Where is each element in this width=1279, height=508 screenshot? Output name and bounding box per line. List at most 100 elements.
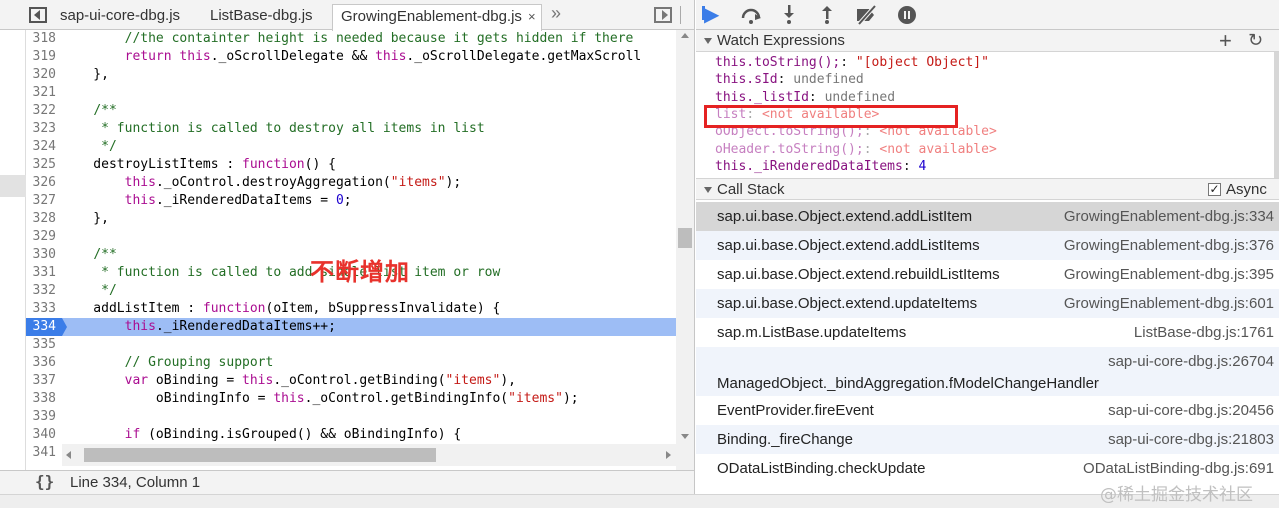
call-frame[interactable]: EventProvider.fireEvent sap-ui-core-dbg.j… — [696, 396, 1279, 425]
call-frame-location[interactable]: GrowingEnablement-dbg.js:334 — [1064, 208, 1274, 225]
watch-scrollbar[interactable] — [1274, 52, 1279, 180]
call-frame[interactable]: sap.ui.base.Object.extend.rebuildListIte… — [696, 260, 1279, 289]
call-frame[interactable]: ManagedObject._bindAggregation.fModelCha… — [696, 347, 1279, 396]
code-line[interactable]: 321 — [26, 84, 676, 102]
code-token: return — [124, 49, 172, 64]
step-out-icon[interactable] — [820, 5, 834, 25]
call-frame[interactable]: sap.ui.base.Object.extend.updateItems Gro… — [696, 289, 1279, 318]
code-line[interactable]: 333 addListItem : function(oItem, bSuppr… — [26, 300, 676, 318]
line-number[interactable]: 321 — [26, 84, 62, 102]
call-frame-location[interactable]: ODataListBinding-dbg.js:691 — [1083, 460, 1274, 477]
vertical-scrollbar[interactable] — [676, 30, 694, 470]
code-line[interactable]: 319 return this._oScrollDelegate && this… — [26, 48, 676, 66]
code-line[interactable]: 339 — [26, 408, 676, 426]
line-number[interactable]: 332 — [26, 282, 62, 300]
line-number[interactable]: 340 — [26, 426, 62, 444]
watch-expression[interactable]: this.toString();: "[object Object]" — [715, 54, 989, 71]
code-line[interactable]: 338 oBindingInfo = this._oControl.getBin… — [26, 390, 676, 408]
pause-on-exceptions-icon[interactable] — [898, 6, 916, 24]
line-number[interactable]: 322 — [26, 102, 62, 120]
line-number[interactable]: 324 — [26, 138, 62, 156]
code-token: this — [242, 373, 274, 388]
line-number[interactable]: 319 — [26, 48, 62, 66]
line-number[interactable]: 333 — [26, 300, 62, 318]
line-number[interactable]: 337 — [26, 372, 62, 390]
code-line[interactable]: 329 — [26, 228, 676, 246]
call-frame-location[interactable]: GrowingEnablement-dbg.js:376 — [1064, 237, 1274, 254]
call-frame[interactable]: sap.m.ListBase.updateItems ListBase-dbg.j… — [696, 318, 1279, 347]
tab-listbase-dbg[interactable]: ListBase-dbg.js — [202, 4, 313, 30]
line-number[interactable]: 329 — [26, 228, 62, 246]
line-number[interactable]: 320 — [26, 66, 62, 84]
code-token: oBindingInfo = — [62, 391, 274, 406]
add-watch-icon[interactable]: + — [1219, 28, 1232, 54]
close-tab-icon[interactable]: × — [528, 9, 536, 24]
call-frame[interactable]: ODataListBinding.checkUpdate ODataListBin… — [696, 454, 1279, 483]
scroll-down-icon[interactable] — [681, 434, 689, 439]
line-number[interactable]: 318 — [26, 30, 62, 48]
async-checkbox[interactable]: ✓ — [1208, 183, 1221, 196]
scroll-left-icon[interactable] — [66, 451, 71, 459]
code-line[interactable]: 320 }, — [26, 66, 676, 84]
code-line[interactable]: 337 var oBinding = this._oControl.getBin… — [26, 372, 676, 390]
call-frame[interactable]: sap.ui.base.Object.extend.addListItem Gro… — [696, 202, 1279, 231]
watch-expressions-header[interactable]: Watch Expressions + ↻ — [696, 28, 1279, 54]
line-number[interactable]: 326 — [26, 174, 62, 192]
call-frame-location[interactable]: sap-ui-core-dbg.js:26704 — [1108, 353, 1274, 370]
call-stack-header[interactable]: Call Stack ✓ Async — [696, 178, 1279, 200]
line-number[interactable]: 323 — [26, 120, 62, 138]
code-editor[interactable]: 318 //the containter height is needed be… — [0, 30, 694, 470]
step-over-icon[interactable] — [740, 5, 762, 25]
call-frame[interactable]: Binding._fireChange sap-ui-core-dbg.js:21… — [696, 425, 1279, 454]
call-frame[interactable]: sap.ui.base.Object.extend.addListItems Gr… — [696, 231, 1279, 260]
code-line[interactable]: 335 — [26, 336, 676, 354]
call-frame-location[interactable]: ListBase-dbg.js:1761 — [1134, 324, 1274, 341]
line-number[interactable]: 325 — [26, 156, 62, 174]
line-number[interactable]: 328 — [26, 210, 62, 228]
pretty-print-icon[interactable]: {} — [35, 472, 54, 491]
refresh-watch-icon[interactable]: ↻ — [1248, 30, 1263, 51]
line-number[interactable]: 339 — [26, 408, 62, 426]
code-line[interactable]: 340 if (oBinding.isGrouped() && oBinding… — [26, 426, 676, 444]
tab-sap-ui-core-dbg[interactable]: sap-ui-core-dbg.js — [52, 4, 180, 30]
code-token: ; — [343, 193, 352, 208]
code-line[interactable]: 336 // Grouping support — [26, 354, 676, 372]
line-number[interactable]: 336 — [26, 354, 62, 372]
step-into-icon[interactable] — [782, 5, 796, 25]
line-number[interactable]: 335 — [26, 336, 62, 354]
call-frame-location[interactable]: GrowingEnablement-dbg.js:395 — [1064, 266, 1274, 283]
horizontal-scrollbar[interactable] — [62, 444, 676, 466]
navigator-toggle-icon[interactable] — [29, 7, 47, 23]
line-number[interactable]: 338 — [26, 390, 62, 408]
code-line[interactable]: 323 * function is called to destroy all … — [26, 120, 676, 138]
watch-expression[interactable]: this._iRenderedDataItems: 4 — [715, 158, 926, 175]
tab-growingenablement-dbg[interactable]: GrowingEnablement-dbg.js × — [332, 4, 542, 31]
line-number[interactable]: 331 — [26, 264, 62, 282]
current-execution-line[interactable]: 334 this._iRenderedDataItems++; — [26, 318, 676, 336]
code-line[interactable]: 322 /** — [26, 102, 676, 120]
call-frame-location[interactable]: sap-ui-core-dbg.js:21803 — [1108, 431, 1274, 448]
resume-icon[interactable]: ▶ — [701, 2, 719, 27]
line-number[interactable]: 327 — [26, 192, 62, 210]
scroll-thumb[interactable] — [84, 448, 436, 462]
code-line[interactable]: 327 this._iRenderedDataItems = 0; — [26, 192, 676, 210]
call-frame-location[interactable]: sap-ui-core-dbg.js:20456 — [1108, 402, 1274, 419]
debugger-sidebar-toggle-icon[interactable] — [654, 7, 672, 23]
tabs-overflow-icon[interactable]: » — [551, 3, 561, 24]
watch-expression[interactable]: oHeader.toString();: <not available> — [715, 141, 997, 158]
line-number[interactable]: 341 — [26, 444, 62, 462]
scroll-up-icon[interactable] — [681, 33, 689, 38]
watch-expression[interactable]: this._listId: undefined — [715, 89, 895, 106]
code-line[interactable]: 325 destroyListItems : function() { — [26, 156, 676, 174]
line-number[interactable]: 334 — [26, 318, 62, 336]
scroll-thumb[interactable] — [678, 228, 692, 248]
scroll-right-icon[interactable] — [666, 451, 671, 459]
line-number[interactable]: 330 — [26, 246, 62, 264]
code-line[interactable]: 328 }, — [26, 210, 676, 228]
code-line[interactable]: 318 //the containter height is needed be… — [26, 30, 676, 48]
watch-expression[interactable]: this.sId: undefined — [715, 71, 864, 88]
code-line[interactable]: 324 */ — [26, 138, 676, 156]
code-line[interactable]: 326 this._oControl.destroyAggregation("i… — [26, 174, 676, 192]
call-frame-location[interactable]: GrowingEnablement-dbg.js:601 — [1064, 295, 1274, 312]
deactivate-breakpoints-icon[interactable] — [855, 5, 879, 25]
